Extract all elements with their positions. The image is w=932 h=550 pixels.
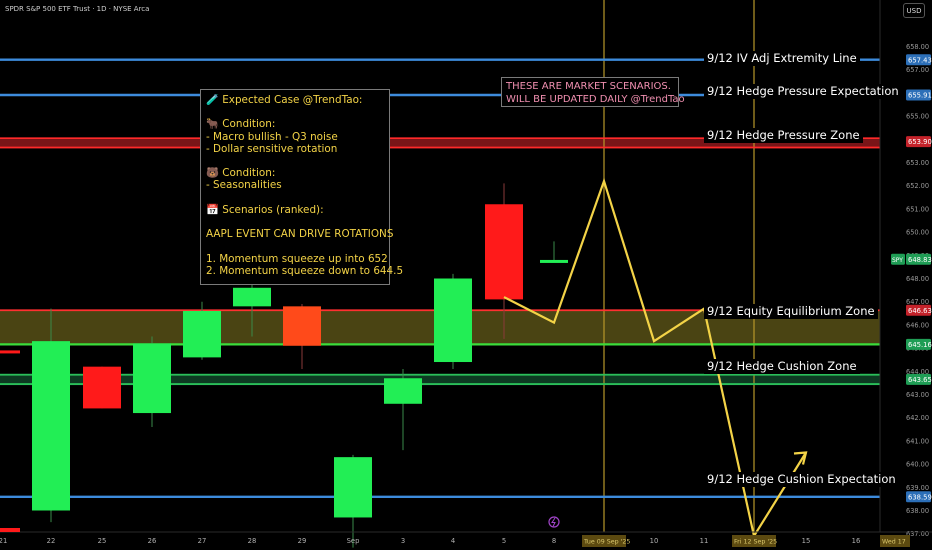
time-tick-label: 15 [802,537,811,545]
price-tick-label: 641.00 [906,437,929,445]
time-tick-label: 25 [98,537,107,545]
note-line: 🧪 Expected Case @TrendTao: [206,94,363,106]
candle-body [183,310,221,358]
note-line [206,155,384,167]
scenario-disclaimer-note[interactable]: THESE ARE MARKET SCENARIOS. WILL BE UPDA… [501,77,685,107]
price-tick-label: 651.00 [906,205,929,213]
note-line [206,106,384,118]
time-tick-label: 16 [852,537,861,545]
chart-root: 658.00657.00656.00655.00654.00653.00652.… [0,0,932,550]
candle-body [233,287,271,307]
time-tick-label: 26 [148,537,157,545]
note-line [206,240,384,252]
note-line: 1. Momentum squeeze up into 652 [206,252,388,265]
price-badge-label: 638.59 [908,493,932,501]
time-tick-label: 10 [650,537,659,545]
price-tick-label: 657.00 [906,66,929,74]
price-tick-label: 650.00 [906,229,929,237]
time-tick-label: 22 [47,537,56,545]
note-line: - Dollar sensitive rotation [206,142,338,155]
expected-case-note[interactable]: 🧪 Expected Case @TrendTao: 🐂 Condition: … [200,89,404,285]
price-tick-label: 638.00 [906,507,929,515]
time-tick-label: 27 [198,537,207,545]
price-tick-label: 648.00 [906,275,929,283]
price-chart[interactable]: 658.00657.00656.00655.00654.00653.00652.… [0,0,932,550]
time-tick-label: 28 [248,537,257,545]
time-tick-label: Sep [347,537,360,545]
note-line: - Seasonalities [206,179,282,192]
highlighted-date-label: Fri 12 Sep '25 [734,539,777,546]
candle-body [485,204,523,300]
price-tick-label: 643.00 [906,391,929,399]
candle-body [133,343,171,414]
level-label-hedge-cushion-zone: 9/12 Hedge Cushion Zone [704,359,860,374]
note-line: 🐻 Condition: [206,167,276,180]
time-tick-label: 5 [502,537,506,545]
price-badge-label: 653.90 [908,138,932,146]
price-tick-label: 658.00 [906,43,929,51]
candle-body [540,259,568,263]
level-label-hedge-cushion-expectation: 9/12 Hedge Cushion Expectation [704,472,899,487]
price-badge-label: 657.43 [908,56,932,64]
note-line [206,216,384,228]
level-label-hedge-pressure-zone: 9/12 Hedge Pressure Zone [704,128,863,143]
time-tick-label: 21 [0,537,7,545]
currency-button[interactable]: USD [903,3,925,18]
note-line [206,192,384,204]
price-badge-label: 646.63 [908,307,932,315]
note-line: 🐂 Condition: [206,118,276,131]
candle-body [0,350,20,354]
symbol-title: SPDR S&P 500 ETF Trust · 1D · NYSE Arca [5,5,150,13]
highlighted-date-label: Tue 09 Sep '25 [583,539,630,546]
price-tick-label: 646.00 [906,321,929,329]
note-line: AAPL EVENT CAN DRIVE ROTATIONS [206,228,394,241]
price-badge-label: 643.65 [908,376,932,384]
lightning-icon-bolt [551,517,556,527]
price-tick-label: 639.00 [906,484,929,492]
price-badge-label: 648.83 [908,256,932,264]
price-badge-label: 655.91 [908,92,932,100]
candle-body [334,457,372,518]
candle-body [283,306,321,346]
candle-body [32,341,70,511]
scenario-line: THESE ARE MARKET SCENARIOS. [506,81,671,92]
partial-candle-marker [0,528,20,532]
time-tick-label: 3 [401,537,405,545]
note-line: - Macro bullish - Q3 noise [206,130,338,143]
time-tick-label: 29 [298,537,307,545]
price-tick-label: 640.00 [906,461,929,469]
time-tick-label: 4 [451,537,455,545]
symbol-tag-label: SPY [892,257,903,264]
time-tick-label: 8 [552,537,556,545]
candle-body [434,278,472,363]
note-line: 2. Momentum squeeze down to 644.5 [206,264,404,277]
note-line: 📅 Scenarios (ranked): [206,203,324,216]
price-badge-label: 645.16 [908,341,932,349]
level-label-iv-extremity: 9/12 IV Adj Extremity Line [704,51,860,66]
level-label-equity-equilibrium-zone: 9/12 Equity Equilibrium Zone [704,304,878,319]
scenario-line: WILL BE UPDATED DAILY @TrendTao [506,94,685,105]
price-tick-label: 655.00 [906,113,929,121]
highlighted-date-label: Wed 17 [882,539,906,546]
level-label-hedge-pressure-expectation: 9/12 Hedge Pressure Expectation [704,84,902,99]
time-tick-label: 11 [700,537,709,545]
candle-body [384,378,422,404]
price-tick-label: 642.00 [906,414,929,422]
price-tick-label: 653.00 [906,159,929,167]
price-tick-label: 652.00 [906,182,929,190]
candle-body [83,366,121,409]
